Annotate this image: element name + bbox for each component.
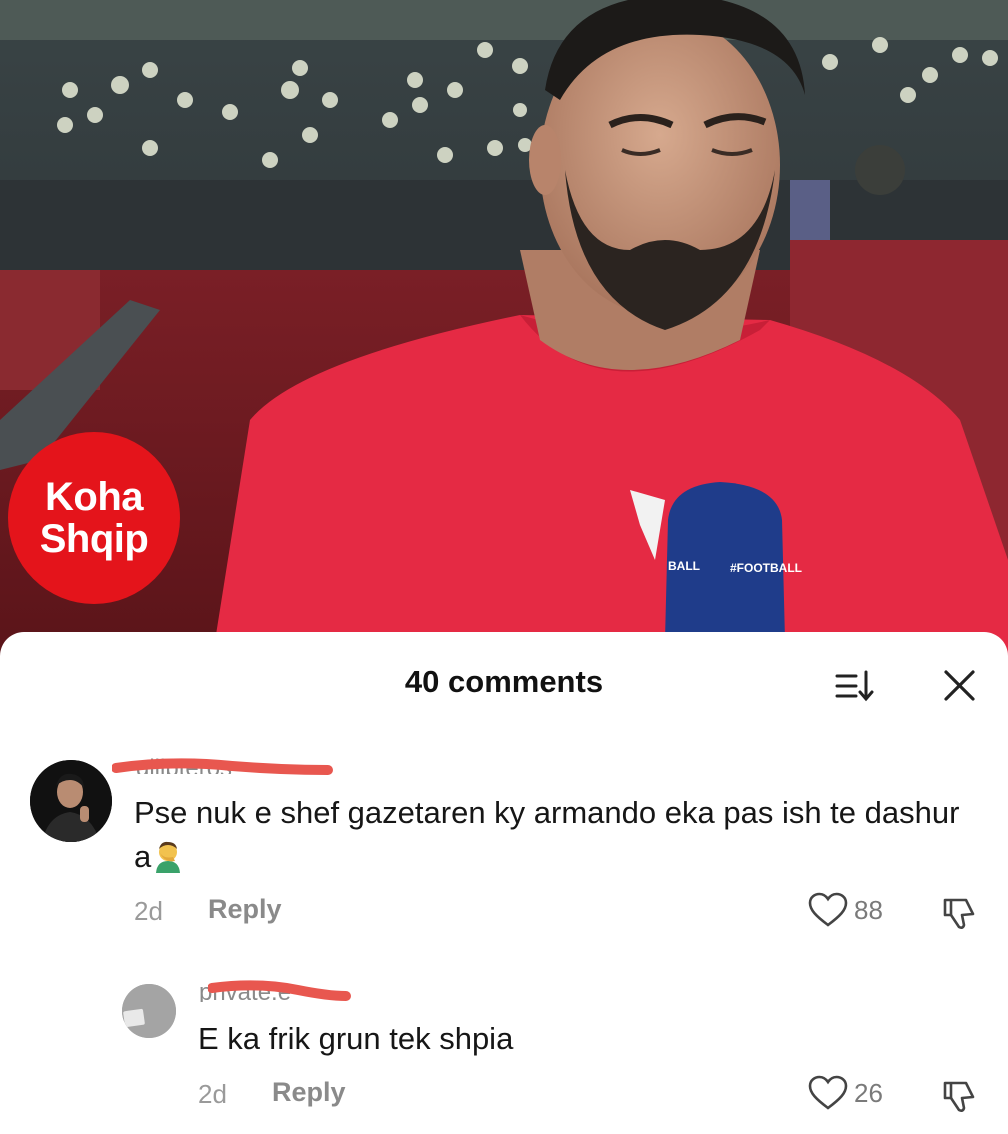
like-button[interactable]: 88 bbox=[808, 892, 883, 928]
avatar-image bbox=[30, 760, 112, 842]
comment-age: 2d bbox=[198, 1079, 227, 1109]
redaction-scribble bbox=[208, 980, 351, 1001]
close-icon[interactable] bbox=[940, 666, 980, 706]
logo-line2: Shqip bbox=[39, 517, 149, 561]
heart-icon bbox=[808, 1075, 848, 1110]
like-count: 26 bbox=[854, 1077, 883, 1108]
redaction-scribble bbox=[112, 758, 333, 775]
sort-icon[interactable] bbox=[834, 666, 874, 706]
koha-shqip-logo: Koha Shqip bbox=[8, 432, 180, 604]
reply-button[interactable]: Reply bbox=[272, 1077, 346, 1108]
comment-body: Pse nuk e shef gazetaren ky armando eka … bbox=[134, 795, 960, 874]
like-button[interactable]: 26 bbox=[808, 1075, 883, 1111]
video-player[interactable]: BALL #FOOTBALL Koha Shqip bbox=[0, 0, 1008, 660]
mic-text-left: BALL bbox=[668, 559, 700, 573]
mic-text-right: #FOOTBALL bbox=[730, 561, 802, 575]
avatar-image bbox=[122, 984, 176, 1038]
facepalm-emoji-icon bbox=[151, 839, 185, 885]
comments-sheet: 40 comments gilipteros Pse nuk e shef ga… bbox=[0, 632, 1008, 1134]
comment-age: 2d bbox=[134, 896, 163, 926]
dislike-icon[interactable] bbox=[940, 894, 978, 932]
avatar[interactable] bbox=[122, 984, 176, 1038]
avatar[interactable] bbox=[30, 760, 112, 842]
logo-line1: Koha bbox=[45, 475, 144, 519]
like-count: 88 bbox=[854, 894, 883, 925]
comment-text: Pse nuk e shef gazetaren ky armando eka … bbox=[134, 791, 964, 885]
heart-icon bbox=[808, 892, 848, 927]
dislike-icon[interactable] bbox=[940, 1077, 978, 1115]
reply-button[interactable]: Reply bbox=[208, 894, 282, 925]
comment-text: E ka frik grun tek shpia bbox=[198, 1021, 514, 1056]
